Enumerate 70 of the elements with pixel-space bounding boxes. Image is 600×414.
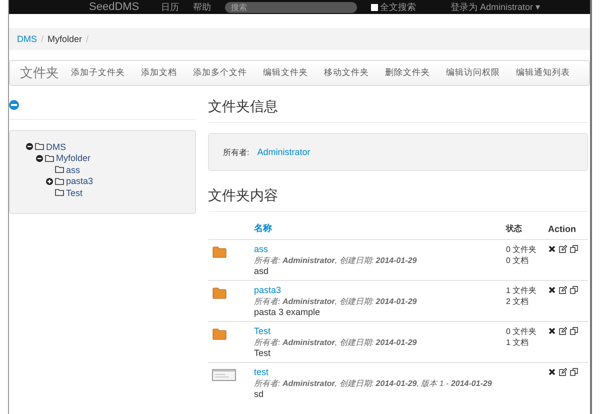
collapse-icon[interactable] bbox=[9, 100, 19, 110]
toolbar-link[interactable]: 编辑文件夹 bbox=[263, 67, 308, 79]
copy-icon[interactable] bbox=[570, 245, 578, 253]
section-heading: 文件夹信息 bbox=[208, 97, 279, 116]
column-header: 状态 bbox=[506, 220, 548, 240]
item-link[interactable]: test bbox=[254, 367, 269, 378]
toolbar-link[interactable]: 添加子文件夹 bbox=[71, 67, 125, 79]
status-text: 1 文档 bbox=[506, 337, 530, 348]
folder-icon bbox=[212, 287, 227, 299]
checkbox[interactable] bbox=[371, 4, 378, 10]
breadcrumb-separator: / bbox=[41, 34, 44, 44]
tree-item[interactable]: pasta3 bbox=[66, 176, 94, 186]
brand-logo[interactable]: SeedDMS bbox=[89, 1, 140, 13]
toolbar-link[interactable]: 添加多个文件 bbox=[193, 67, 247, 79]
status-text: 2 文档 bbox=[506, 296, 530, 307]
edit-icon[interactable] bbox=[559, 368, 567, 376]
item-meta: 所有者: Administrator, 创建日期: 2014-01-29 bbox=[254, 255, 418, 266]
breadcrumb-link[interactable]: DMS bbox=[17, 34, 37, 44]
toolbar-link[interactable]: 移动文件夹 bbox=[324, 67, 369, 79]
search-field[interactable]: 搜索 bbox=[225, 2, 358, 12]
status-text: 0 文档 bbox=[506, 255, 530, 266]
item-comment: pasta 3 example bbox=[254, 307, 322, 318]
edit-icon[interactable] bbox=[559, 286, 567, 294]
tree-item[interactable]: ass bbox=[66, 164, 80, 175]
toolbar-link[interactable]: 编辑访问权限 bbox=[446, 67, 500, 79]
copy-icon[interactable] bbox=[570, 286, 578, 294]
item-meta: 所有者: Administrator, 创建日期: 2014-01-29 bbox=[254, 296, 418, 307]
tree-item[interactable]: Test bbox=[66, 188, 83, 198]
delete-icon[interactable] bbox=[548, 368, 556, 376]
item-link[interactable]: Test bbox=[254, 326, 271, 337]
column-header: Action bbox=[548, 220, 588, 240]
breadcrumb-separator: / bbox=[86, 34, 89, 44]
toolbar-link[interactable]: 添加文档 bbox=[141, 67, 177, 79]
breadcrumb-link[interactable]: Myfolder bbox=[48, 34, 82, 44]
plus-icon[interactable] bbox=[46, 178, 53, 185]
delete-icon[interactable] bbox=[548, 245, 556, 253]
item-comment: Test bbox=[254, 348, 272, 359]
tree-item[interactable]: Myfolder bbox=[56, 153, 91, 164]
status-text: 1 文件夹 bbox=[506, 285, 538, 296]
column-header[interactable]: 名称 bbox=[254, 220, 506, 240]
item-meta: 所有者: Administrator, 创建日期: 2014-01-29 bbox=[254, 337, 418, 348]
folder-icon bbox=[212, 246, 227, 258]
copy-icon[interactable] bbox=[570, 368, 578, 376]
delete-icon[interactable] bbox=[548, 286, 556, 294]
folder-icon bbox=[212, 328, 227, 340]
nav-link[interactable]: 帮助 bbox=[193, 0, 212, 14]
section-heading: 文件夹内容 bbox=[208, 186, 279, 205]
toolbar-link[interactable]: 编辑通知列表 bbox=[516, 67, 570, 79]
status-text: 0 文件夹 bbox=[506, 244, 538, 255]
toolbar-title: 文件夹 bbox=[20, 64, 59, 82]
item-meta: 所有者: Administrator, 创建日期: 2014-01-29, 版本 1 - 2014-01-29 bbox=[254, 378, 493, 389]
item-comment: sd bbox=[254, 389, 265, 400]
copy-icon[interactable] bbox=[570, 327, 578, 335]
delete-icon[interactable] bbox=[548, 327, 556, 335]
tree-item[interactable]: DMS bbox=[46, 142, 66, 152]
minus-icon[interactable] bbox=[36, 154, 43, 162]
edit-icon[interactable] bbox=[559, 327, 567, 335]
owner-label: 所有者: bbox=[223, 146, 250, 158]
nav-link[interactable]: 日历 bbox=[161, 0, 180, 14]
owner-link[interactable]: Administrator bbox=[257, 147, 310, 157]
minus-icon[interactable] bbox=[26, 143, 33, 150]
toolbar-link[interactable]: 删除文件夹 bbox=[385, 67, 430, 79]
item-link[interactable]: ass bbox=[254, 244, 268, 255]
edit-icon[interactable] bbox=[559, 245, 567, 253]
status-text: 0 文件夹 bbox=[506, 326, 538, 337]
item-link[interactable]: pasta3 bbox=[254, 285, 282, 296]
checkbox-label: 全文搜索 bbox=[380, 0, 416, 14]
user-menu[interactable]: 登录为 Administrator ▾ bbox=[450, 0, 540, 14]
document-thumbnail-icon bbox=[212, 369, 236, 381]
item-comment: asd bbox=[254, 266, 270, 277]
